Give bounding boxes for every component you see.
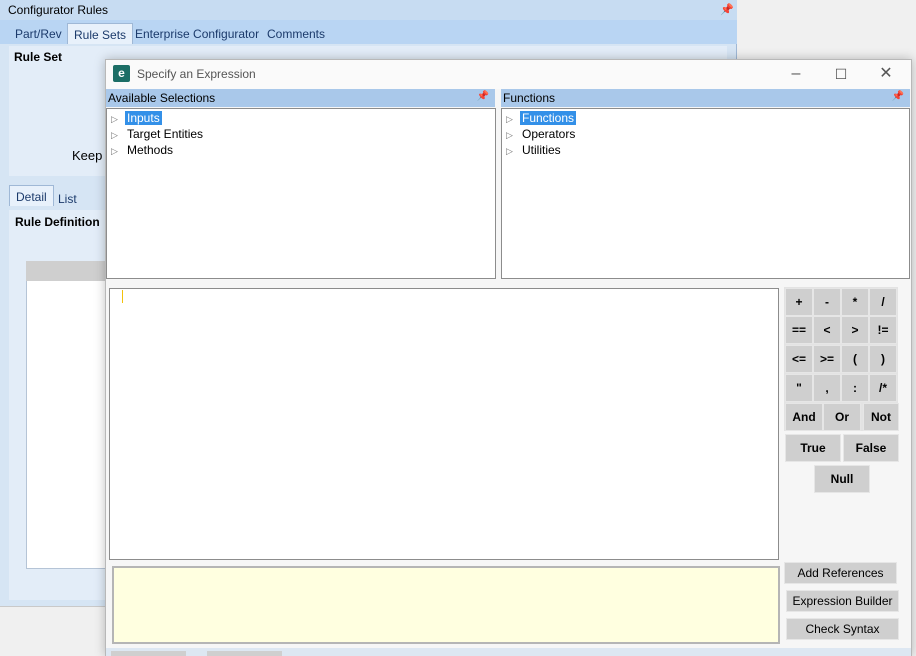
op-minus-button[interactable]: - [813,288,841,316]
functions-title: Functions [503,91,556,105]
cancel-button[interactable] [207,651,282,656]
tab-comments[interactable]: Comments [261,23,331,44]
pin-icon[interactable]: 📌 [720,3,734,16]
tab-list[interactable]: List [52,188,83,209]
available-selections-tree[interactable]: ▷ Inputs ▷ Target Entities ▷ Methods [106,108,496,279]
tree-item-utilities[interactable]: ▷ Utilities [506,143,563,157]
expand-arrow-icon[interactable]: ▷ [506,146,520,157]
null-button[interactable]: Null [814,465,870,493]
true-button[interactable]: True [785,434,841,462]
expand-arrow-icon[interactable]: ▷ [111,114,125,125]
expression-builder-button[interactable]: Expression Builder [786,590,899,612]
dialog-title: Specify an Expression [137,67,256,81]
expand-arrow-icon[interactable]: ▷ [506,114,520,125]
detail-tab-bar: Detail List [9,185,109,209]
check-syntax-button[interactable]: Check Syntax [786,618,899,640]
tab-detail[interactable]: Detail [9,185,54,206]
ok-button[interactable] [111,651,186,656]
op-greater-equal-button[interactable]: >= [813,345,841,373]
tab-rule-sets[interactable]: Rule Sets [67,23,134,44]
op-comma-button[interactable]: , [813,374,841,402]
text-caret [122,290,123,303]
tree-item-methods[interactable]: ▷ Methods [111,143,175,157]
tree-item-target-entities[interactable]: ▷ Target Entities [111,127,205,141]
window-title: Configurator Rules [0,0,737,20]
op-open-paren-button[interactable]: ( [841,345,869,373]
and-button[interactable]: And [785,403,823,431]
pin-icon[interactable]: 📌 [892,91,904,102]
tree-item-operators[interactable]: ▷ Operators [506,127,577,141]
tab-part-rev[interactable]: Part/Rev [9,23,68,44]
not-button[interactable]: Not [863,403,899,431]
minimize-icon[interactable]: – [773,62,819,86]
op-colon-button[interactable]: : [841,374,869,402]
functions-tree[interactable]: ▷ Functions ▷ Operators ▷ Utilities [501,108,910,279]
or-button[interactable]: Or [823,403,861,431]
available-selections-header: Available Selections 📌 [106,89,495,107]
grid-header [26,261,111,281]
expand-arrow-icon[interactable]: ▷ [111,130,125,141]
tab-enterprise-configurator[interactable]: Enterprise Configurator [129,23,265,44]
op-less-equal-button[interactable]: <= [785,345,813,373]
op-comment-button[interactable]: /* [869,374,897,402]
op-greater-than-button[interactable]: > [841,316,869,344]
op-equals-button[interactable]: == [785,316,813,344]
main-tab-bar: Part/Rev Rule Sets Enterprise Configurat… [0,20,737,44]
op-multiply-button[interactable]: * [841,288,869,316]
rule-definition-label: Rule Definition [15,215,100,229]
expand-arrow-icon[interactable]: ▷ [506,130,520,141]
close-icon[interactable]: ✕ [863,62,909,86]
op-plus-button[interactable]: + [785,288,813,316]
false-button[interactable]: False [843,434,899,462]
tree-item-inputs[interactable]: ▷ Inputs [111,111,162,125]
tree-item-functions[interactable]: ▷ Functions [506,111,577,125]
pin-icon[interactable]: 📌 [477,91,489,102]
syntax-message-area[interactable] [112,566,780,644]
op-divide-button[interactable]: / [869,288,897,316]
expression-editor[interactable] [109,288,779,560]
rule-definition-grid[interactable] [26,261,111,569]
available-selections-title: Available Selections [108,91,216,105]
maximize-icon[interactable]: ☐ [818,62,864,86]
op-less-than-button[interactable]: < [813,316,841,344]
expand-arrow-icon[interactable]: ▷ [111,146,125,157]
app-icon: e [113,65,130,82]
rule-set-label: Rule Set [14,50,63,64]
add-references-button[interactable]: Add References [784,562,897,584]
op-not-equal-button[interactable]: != [869,316,897,344]
op-quote-button[interactable]: " [785,374,813,402]
op-close-paren-button[interactable]: ) [869,345,897,373]
functions-header: Functions 📌 [501,89,910,107]
